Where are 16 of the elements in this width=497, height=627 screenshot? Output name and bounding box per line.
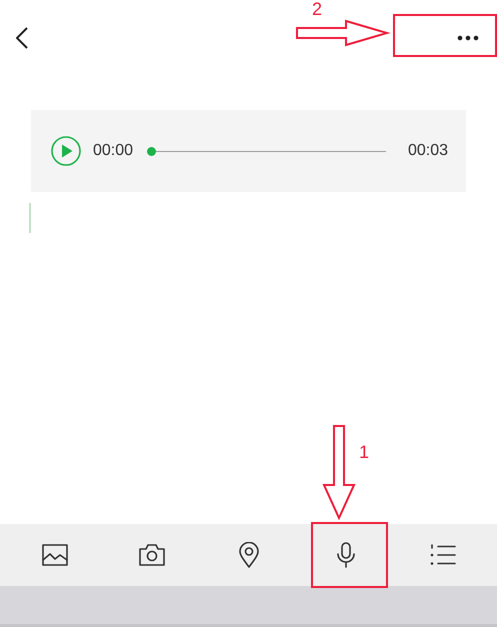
elapsed-time: 00:00 [93, 142, 134, 160]
numbered-list-icon [430, 544, 456, 566]
annotation-number: 1 [359, 443, 370, 461]
text-cursor [29, 203, 31, 233]
more-button[interactable] [457, 35, 479, 41]
image-icon [42, 544, 68, 566]
more-icon [457, 35, 479, 41]
play-icon [51, 136, 81, 166]
back-chevron-icon [16, 27, 28, 49]
microphone-icon [336, 542, 356, 568]
camera-icon [138, 544, 164, 566]
duration-time: 00:03 [408, 142, 448, 160]
location-pin-icon [238, 542, 258, 568]
annotation-number: 2 [312, 0, 322, 18]
back-button[interactable] [16, 27, 28, 49]
progress-thumb[interactable] [147, 146, 156, 156]
